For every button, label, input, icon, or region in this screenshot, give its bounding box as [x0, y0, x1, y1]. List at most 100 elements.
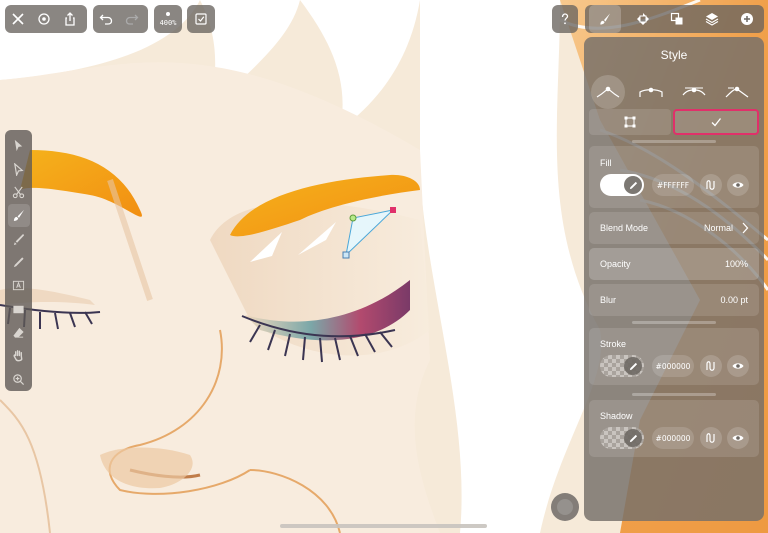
pencil-icon: [13, 257, 24, 268]
fill-eyedropper-button[interactable]: [624, 176, 642, 194]
style-preset-bracket[interactable]: [634, 75, 668, 109]
eraser-tool[interactable]: [8, 321, 30, 344]
tab-layers[interactable]: [699, 5, 725, 33]
hand-icon: [13, 350, 23, 362]
shape-tool[interactable]: [8, 298, 30, 321]
inspector-tabs: [585, 5, 764, 33]
node-arrow-icon: [14, 162, 24, 176]
stroke-visibility-button[interactable]: [727, 355, 749, 377]
brush-icon: [600, 13, 611, 25]
selection-tool[interactable]: [8, 134, 30, 157]
tab-path-operations[interactable]: [664, 5, 690, 33]
stroke-label: Stroke: [600, 339, 627, 349]
stroke-hex-value[interactable]: #000000: [652, 355, 694, 377]
stroke-gradient-button[interactable]: [700, 355, 722, 377]
transform-box-button[interactable]: [589, 109, 671, 135]
zoom-indicator[interactable]: 400%: [154, 5, 182, 33]
question-icon: [561, 13, 569, 25]
checkbox-icon: [195, 13, 207, 25]
brush-pen-icon: [13, 233, 25, 245]
vector-brush-tool[interactable]: [8, 227, 30, 250]
fill-card: Fill #FFFFFF: [589, 146, 759, 208]
shadow-eyedropper-button[interactable]: [624, 429, 642, 447]
shadow-visibility-button[interactable]: [727, 427, 749, 449]
style-inspector-panel: Style Fill #FFFFFF Blend Mode Normal Opa…: [584, 37, 764, 521]
snapping-button[interactable]: [187, 5, 215, 33]
gradient-icon: [706, 361, 715, 371]
arrow-icon: [14, 140, 23, 152]
stroke-card: Stroke #000000: [589, 328, 759, 385]
home-indicator[interactable]: [280, 524, 487, 528]
quick-action-button[interactable]: [551, 493, 579, 521]
tools-toolbar: [5, 130, 32, 391]
pencil-tool[interactable]: [8, 251, 30, 274]
shadow-hex-value[interactable]: #000000: [652, 427, 694, 449]
opacity-slider[interactable]: Opacity 100%: [589, 248, 759, 280]
text-icon: [12, 281, 25, 291]
stroke-round-icon: [596, 86, 620, 98]
eye-icon: [732, 182, 744, 188]
close-icon: [12, 13, 24, 25]
stroke-corner-icon: [725, 86, 749, 98]
settings-button[interactable]: [31, 5, 57, 33]
magnifier-icon: [13, 374, 25, 385]
fill-hex-value[interactable]: #FFFFFF: [652, 174, 694, 196]
fill-visibility-button[interactable]: [727, 174, 749, 196]
node-tool[interactable]: [8, 157, 30, 180]
checkmark-icon: [711, 118, 722, 127]
brush-tool[interactable]: [7, 204, 30, 228]
shadow-label: Shadow: [600, 411, 633, 421]
gradient-icon: [706, 180, 715, 190]
shadow-gradient-button[interactable]: [700, 427, 722, 449]
quick-action-dot: [557, 499, 573, 515]
zoom-button[interactable]: 400%: [154, 5, 182, 33]
path-ops-icon: [671, 12, 683, 25]
scissors-tool[interactable]: [8, 181, 30, 204]
style-preset-corner[interactable]: [720, 75, 754, 109]
blend-mode-row[interactable]: Blend Mode Normal: [589, 212, 759, 244]
redo-button[interactable]: [119, 5, 145, 33]
help-button[interactable]: [552, 5, 578, 33]
close-button[interactable]: [5, 5, 31, 33]
style-preset-round[interactable]: [591, 75, 625, 109]
blend-mode-value: Normal: [703, 223, 733, 233]
tab-style[interactable]: [589, 5, 622, 33]
plus-circle-icon: [740, 13, 753, 25]
undo-button[interactable]: [93, 5, 119, 33]
hand-tool[interactable]: [8, 344, 30, 367]
zoom-label: 400%: [159, 18, 177, 27]
panel-divider: [632, 393, 716, 396]
eyedropper-icon: [629, 434, 637, 442]
zoom-dot: [166, 11, 170, 16]
fill-gradient-button[interactable]: [700, 174, 722, 196]
layers-icon: [705, 13, 719, 26]
blur-slider[interactable]: Blur 0.00 pt: [589, 284, 759, 316]
stroke-curve-icon: [682, 87, 706, 96]
shadow-color-swatch[interactable]: [600, 427, 644, 449]
stroke-eyedropper-button[interactable]: [624, 357, 642, 375]
opacity-label: Opacity: [600, 259, 631, 269]
eye-icon: [732, 435, 744, 441]
share-button[interactable]: [57, 5, 83, 33]
fill-label: Fill: [600, 158, 612, 168]
fill-color-swatch[interactable]: [600, 174, 644, 196]
apply-style-button[interactable]: [673, 109, 759, 135]
chevron-right-icon: [742, 222, 749, 234]
eye-icon: [732, 363, 744, 369]
blur-label: Blur: [600, 295, 617, 305]
gear-icon: [38, 13, 50, 25]
gradient-icon: [706, 433, 715, 443]
share-icon: [65, 12, 75, 26]
stroke-bracket-icon: [639, 87, 663, 97]
paintbrush-icon: [13, 210, 25, 222]
tab-add[interactable]: [734, 5, 760, 33]
bounding-box-icon: [624, 116, 636, 128]
undo-icon: [99, 14, 113, 25]
zoom-tool[interactable]: [8, 368, 30, 391]
stroke-color-swatch[interactable]: [600, 355, 644, 377]
tab-arrange[interactable]: [630, 5, 656, 33]
style-preset-curve[interactable]: [677, 75, 711, 109]
document-toolbar: [5, 5, 87, 33]
blend-mode-label: Blend Mode: [600, 223, 649, 233]
text-tool[interactable]: [8, 274, 30, 297]
